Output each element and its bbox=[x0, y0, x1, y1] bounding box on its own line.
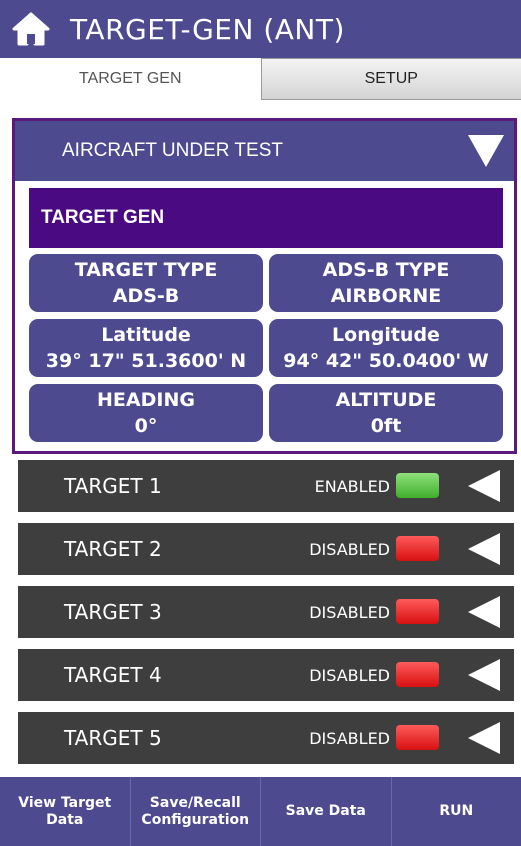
target-gen-section-label: TARGET GEN bbox=[41, 207, 165, 228]
run-label: RUN bbox=[439, 803, 474, 819]
altitude-value: 0ft bbox=[370, 415, 402, 437]
target-type-label: TARGET TYPE bbox=[74, 259, 218, 281]
target-name: TARGET 2 bbox=[64, 537, 162, 561]
target-type-value: ADS-B bbox=[112, 285, 180, 307]
latitude-label: Latitude bbox=[101, 324, 191, 346]
expand-triangle-icon[interactable] bbox=[466, 468, 502, 504]
longitude-label: Longitude bbox=[332, 324, 440, 346]
aircraft-under-test-header[interactable]: AIRCRAFT UNDER TEST bbox=[15, 121, 514, 181]
heading-value: 0° bbox=[134, 415, 158, 437]
latitude-value: 39° 17" 51.3600' N bbox=[45, 350, 247, 372]
status-led-indicator bbox=[396, 662, 439, 687]
target-name: TARGET 3 bbox=[64, 600, 162, 624]
expand-triangle-icon[interactable] bbox=[466, 531, 502, 567]
aircraft-under-test-label: AIRCRAFT UNDER TEST bbox=[62, 140, 283, 161]
view-target-data-label: View Target Data bbox=[18, 794, 112, 828]
target-row-5[interactable]: TARGET 5 DISABLED bbox=[18, 712, 514, 764]
target-status: DISABLED bbox=[309, 539, 390, 559]
target-status: DISABLED bbox=[309, 665, 390, 685]
target-type-field[interactable]: TARGET TYPE ADS-B bbox=[29, 254, 263, 312]
target-name: TARGET 4 bbox=[64, 663, 162, 687]
altitude-field[interactable]: ALTITUDE 0ft bbox=[269, 384, 503, 442]
save-data-button[interactable]: Save Data bbox=[261, 777, 392, 846]
target-name: TARGET 1 bbox=[64, 474, 162, 498]
app-title: TARGET-GEN (ANT) bbox=[70, 12, 345, 46]
save-data-label: Save Data bbox=[285, 803, 366, 819]
expand-triangle-icon[interactable] bbox=[466, 720, 502, 756]
target-status: DISABLED bbox=[309, 602, 390, 622]
adsb-type-field[interactable]: ADS-B TYPE AIRBORNE bbox=[269, 254, 503, 312]
target-name: TARGET 5 bbox=[64, 726, 162, 750]
target-row-4[interactable]: TARGET 4 DISABLED bbox=[18, 649, 514, 701]
latitude-field[interactable]: Latitude 39° 17" 51.3600' N bbox=[29, 319, 263, 377]
adsb-type-value: AIRBORNE bbox=[330, 285, 442, 307]
longitude-value: 94° 42" 50.0400' W bbox=[283, 350, 489, 372]
target-row-1[interactable]: TARGET 1 ENABLED bbox=[18, 460, 514, 512]
altitude-label: ALTITUDE bbox=[335, 389, 437, 411]
target-row-3[interactable]: TARGET 3 DISABLED bbox=[18, 586, 514, 638]
target-gen-section-title: TARGET GEN bbox=[29, 188, 503, 248]
longitude-field[interactable]: Longitude 94° 42" 50.0400' W bbox=[269, 319, 503, 377]
home-icon[interactable] bbox=[6, 0, 56, 58]
expand-triangle-icon[interactable] bbox=[466, 594, 502, 630]
heading-label: HEADING bbox=[97, 389, 195, 411]
target-status: ENABLED bbox=[314, 476, 390, 496]
save-recall-configuration-button[interactable]: Save/Recall Configuration bbox=[131, 777, 261, 846]
bottom-action-bar: View Target Data Save/Recall Configurati… bbox=[0, 777, 521, 846]
expand-triangle-icon[interactable] bbox=[466, 657, 502, 693]
status-led-indicator bbox=[396, 725, 439, 750]
target-row-2[interactable]: TARGET 2 DISABLED bbox=[18, 523, 514, 575]
target-status: DISABLED bbox=[309, 728, 390, 748]
status-led-indicator bbox=[396, 473, 439, 498]
title-bar: TARGET-GEN (ANT) bbox=[0, 0, 521, 58]
heading-field[interactable]: HEADING 0° bbox=[29, 384, 263, 442]
status-led-indicator bbox=[396, 599, 439, 624]
adsb-type-label: ADS-B TYPE bbox=[322, 259, 450, 281]
tab-setup[interactable]: SETUP bbox=[260, 58, 521, 100]
status-led-indicator bbox=[396, 536, 439, 561]
tab-target-gen[interactable]: TARGET GEN bbox=[0, 58, 261, 100]
tab-bar: TARGET GEN SETUP bbox=[0, 58, 521, 100]
save-recall-configuration-label: Save/Recall Configuration bbox=[141, 794, 250, 828]
aircraft-under-test-panel: AIRCRAFT UNDER TEST TARGET GEN TARGET TY… bbox=[12, 118, 517, 454]
collapse-triangle-icon[interactable] bbox=[466, 133, 506, 169]
view-target-data-button[interactable]: View Target Data bbox=[0, 777, 131, 846]
run-button[interactable]: RUN bbox=[392, 777, 521, 846]
